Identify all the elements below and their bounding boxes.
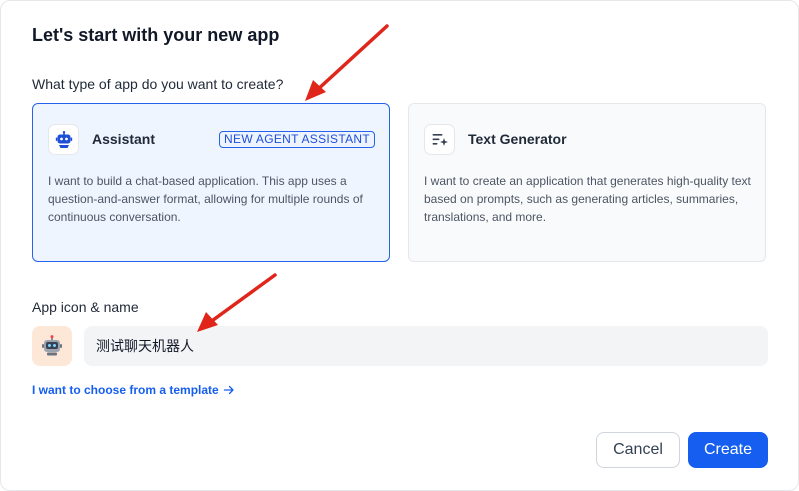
cancel-button[interactable]: Cancel (596, 432, 680, 468)
app-type-title-text-generator: Text Generator (468, 131, 567, 147)
robot-emoji-icon (42, 335, 62, 356)
app-icon-name-label: App icon & name (32, 299, 139, 315)
text-sparkle-icon (424, 124, 455, 155)
new-agent-badge: NEW AGENT ASSISTANT (219, 131, 375, 148)
app-type-title-assistant: Assistant (92, 131, 156, 147)
app-type-card-assistant[interactable]: Assistant NEW AGENT ASSISTANT I want to … (32, 103, 390, 262)
choose-template-link[interactable]: I want to choose from a template (32, 383, 235, 397)
annotation-arrow-icon (305, 24, 389, 101)
robot-icon (48, 124, 79, 155)
app-type-card-text-generator[interactable]: Text Generator I want to create an appli… (408, 103, 766, 262)
app-type-desc-assistant: I want to build a chat-based application… (48, 174, 363, 224)
app-icon-picker[interactable] (32, 326, 72, 366)
arrow-right-icon (223, 385, 234, 395)
app-type-label: What type of app do you want to create? (32, 76, 284, 92)
choose-template-label: I want to choose from a template (32, 383, 219, 397)
create-button[interactable]: Create (688, 432, 768, 468)
dialog-title: Let's start with your new app (32, 25, 280, 45)
app-type-desc-text-generator: I want to create an application that gen… (424, 174, 751, 224)
create-app-dialog: Let's start with your new app What type … (0, 0, 799, 491)
app-name-input[interactable] (84, 326, 768, 366)
annotation-arrow-icon (197, 273, 277, 332)
